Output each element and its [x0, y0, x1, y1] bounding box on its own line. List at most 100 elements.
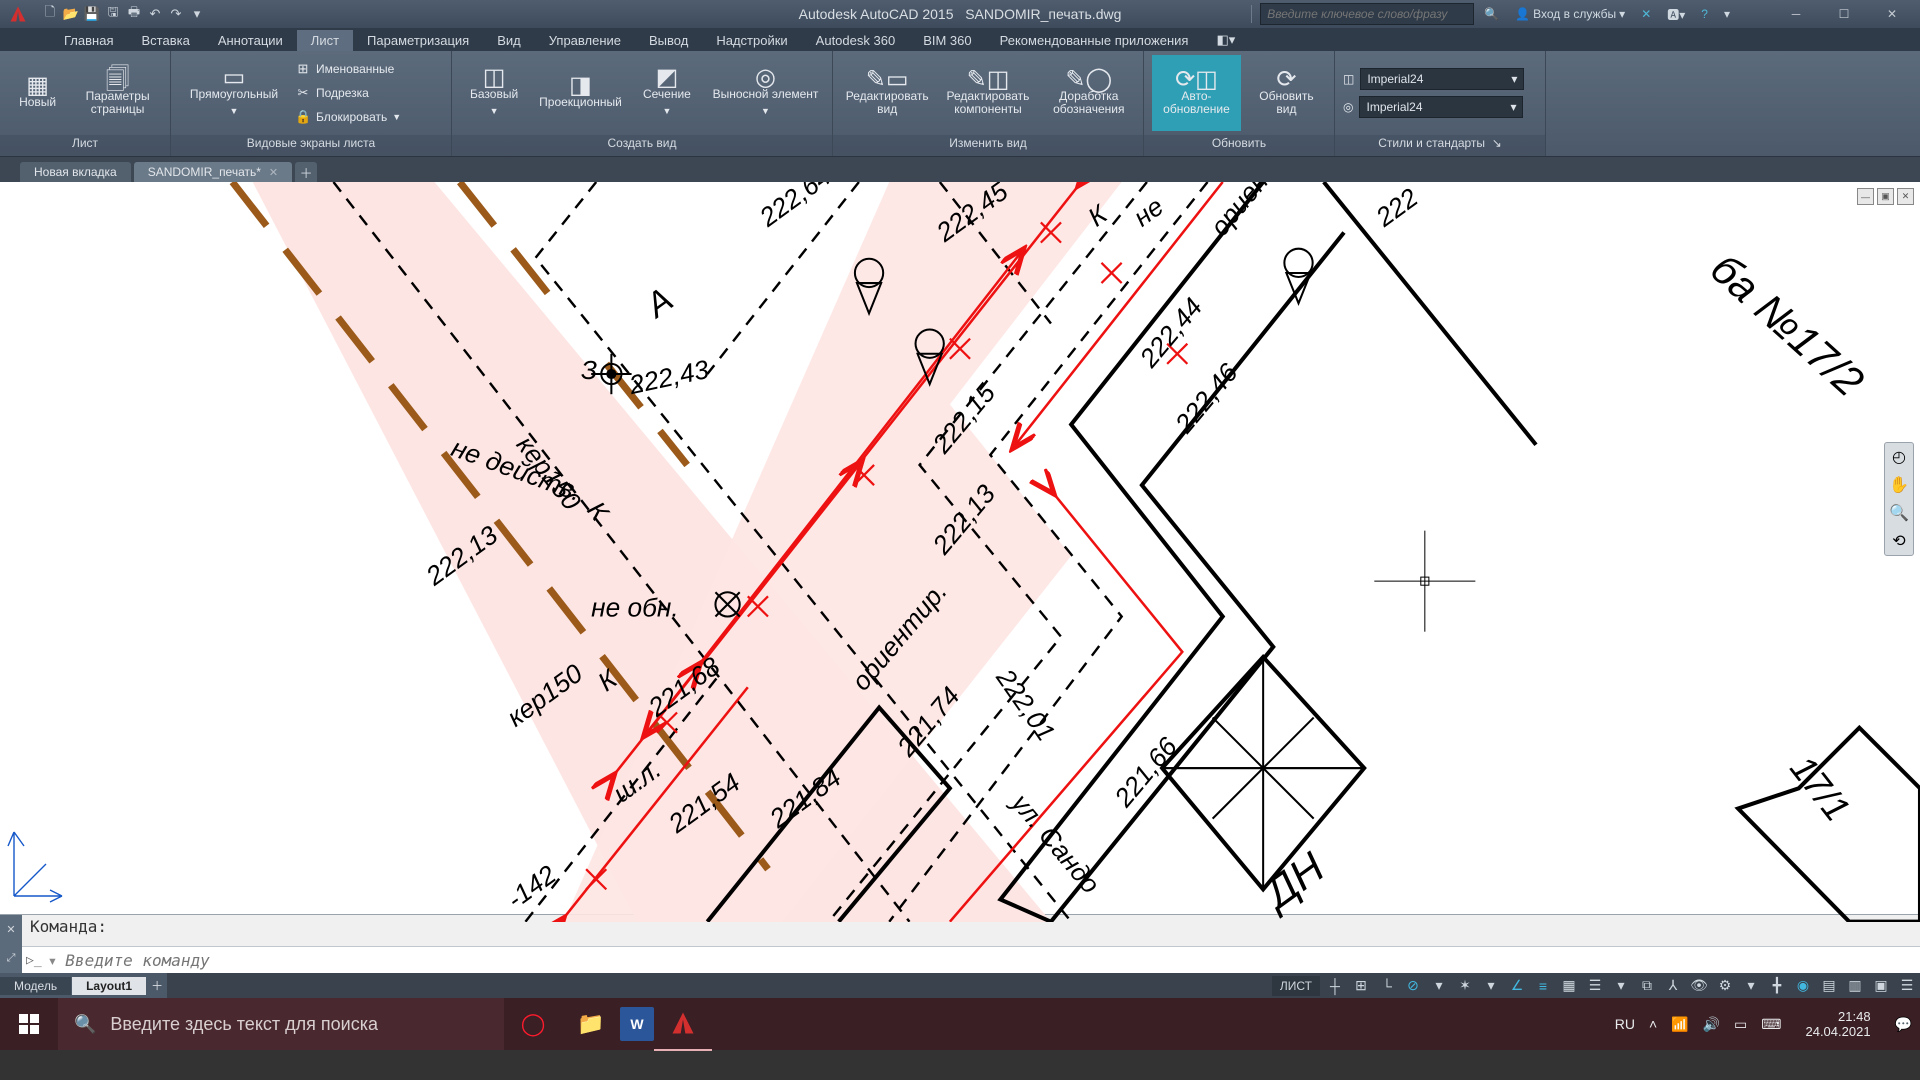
ribbon-tab-a360[interactable]: Autodesk 360 — [802, 30, 910, 51]
command-input[interactable] — [63, 950, 1920, 971]
minimize-button[interactable]: ─ — [1774, 2, 1818, 26]
tray-battery-icon[interactable]: ▭ — [1734, 1016, 1747, 1033]
ribbon-tab-parametric[interactable]: Параметризация — [353, 30, 483, 51]
tray-up-icon[interactable]: ˄ — [1649, 1016, 1657, 1032]
snap-toggle-icon[interactable]: ⊞ — [1348, 975, 1374, 997]
tray-notifications-icon[interactable]: 💬 — [1895, 1016, 1912, 1033]
lock-viewport-button[interactable]: 🔒Блокировать ▼ — [295, 106, 401, 128]
tray-wifi-icon[interactable]: 📶 — [1671, 1016, 1688, 1033]
osnap-toggle-icon[interactable]: ✶ — [1452, 975, 1478, 997]
symbol-sketch-button[interactable]: ✎◯Доработка обозначения — [1043, 55, 1135, 131]
qat-save-icon[interactable]: 💾 — [82, 4, 102, 24]
nav-zoom-icon[interactable]: 🔍 — [1889, 503, 1909, 523]
cmd-close-icon[interactable]: ✕ — [6, 923, 15, 936]
vp-maximize-icon[interactable]: ▣ — [1877, 188, 1894, 205]
rect-viewport-button[interactable]: ▭Прямоугольный▼ — [179, 55, 289, 131]
detail-style-select[interactable]: Imperial24▾ — [1359, 96, 1523, 118]
qat-open-icon[interactable]: 📂 — [61, 4, 81, 24]
taskbar-search[interactable]: 🔍 Введите здесь текст для поиска — [58, 998, 504, 1050]
update-view-button[interactable]: ⟳Обновить вид — [1247, 55, 1326, 131]
help-icon[interactable]: ? — [1695, 7, 1714, 21]
cycling-icon[interactable]: ⧉ — [1634, 975, 1660, 997]
qat-saveas-icon[interactable]: 🖫 — [103, 4, 123, 24]
polar-toggle-icon[interactable]: ⊘ — [1400, 975, 1426, 997]
status-mode[interactable]: ЛИСТ — [1272, 976, 1320, 996]
nav-wheel-icon[interactable]: ◴ — [1892, 447, 1906, 467]
tray-lang[interactable]: RU — [1615, 1016, 1635, 1032]
page-setup-button[interactable]: 🗐Параметры страницы — [73, 55, 162, 131]
chevron-down-icon[interactable]: ▾ — [1478, 975, 1504, 997]
close-button[interactable]: ✕ — [1870, 2, 1914, 26]
exchange-apps-icon[interactable]: ✕ — [1635, 7, 1657, 21]
lineweight-toggle-icon[interactable]: ≡ — [1530, 975, 1556, 997]
ribbon-tab-annotate[interactable]: Аннотации — [204, 30, 297, 51]
hardware-accel-icon[interactable]: ◉ — [1790, 975, 1816, 997]
transparency-toggle-icon[interactable]: ▦ — [1556, 975, 1582, 997]
ribbon-tab-bim360[interactable]: BIM 360 — [909, 30, 985, 51]
app-logo[interactable] — [4, 0, 32, 28]
customization-icon[interactable]: ☰ — [1894, 975, 1920, 997]
lineweight-menu-icon[interactable]: ☰ — [1582, 975, 1608, 997]
model-tab[interactable]: Модель — [0, 977, 71, 995]
clip-viewport-button[interactable]: ✂Подрезка — [295, 82, 401, 104]
ortho-toggle-icon[interactable]: └ — [1374, 975, 1400, 997]
new-layout-button[interactable]: ▦Новый — [8, 55, 67, 131]
section-style-select[interactable]: Imperial24▾ — [1360, 68, 1524, 90]
nav-orbit-icon[interactable]: ⟲ — [1892, 531, 1905, 551]
taskbar-app-opera[interactable]: ◯ — [504, 998, 562, 1050]
edit-components-button[interactable]: ✎◫Редактировать компоненты — [939, 55, 1036, 131]
qat-new-icon[interactable]: 🗋 — [40, 4, 60, 24]
ribbon-tab-insert[interactable]: Вставка — [127, 30, 203, 51]
ribbon-tab-addins[interactable]: Надстройки — [702, 30, 801, 51]
ribbon-tab-output[interactable]: Вывод — [635, 30, 702, 51]
a360-icon[interactable]: 🅰▾ — [1661, 6, 1691, 23]
add-layout-button[interactable]: ＋ — [147, 977, 167, 994]
base-view-button[interactable]: ◫Базовый▼ — [460, 55, 528, 131]
infocenter-search-button[interactable]: 🔍 — [1478, 7, 1505, 21]
section-view-button[interactable]: ◩Сечение▼ — [633, 55, 701, 131]
ribbon-tab-extra-icon[interactable]: ◧▾ — [1202, 29, 1249, 51]
quickproperties-icon[interactable]: ╋ — [1764, 975, 1790, 997]
tray-volume-icon[interactable]: 🔊 — [1703, 1016, 1720, 1033]
chevron-down-icon[interactable]: ▾ — [1608, 975, 1634, 997]
chevron-down-icon[interactable]: ▾ — [1426, 975, 1452, 997]
annotation-visibility-icon[interactable]: 👁 — [1686, 975, 1712, 997]
taskbar-app-word[interactable]: W — [620, 1007, 654, 1041]
taskbar-app-explorer[interactable]: 📁 — [562, 998, 620, 1050]
qat-redo-icon[interactable]: ↷ — [166, 4, 186, 24]
sign-in-menu[interactable]: 👤Вход в службы▾ — [1509, 7, 1631, 21]
vp-close-icon[interactable]: ✕ — [1897, 188, 1914, 205]
start-button[interactable] — [0, 998, 58, 1050]
nav-pan-icon[interactable]: ✋ — [1889, 475, 1909, 495]
layout1-tab[interactable]: Layout1 — [72, 977, 146, 995]
isolate2-icon[interactable]: ▥ — [1842, 975, 1868, 997]
taskbar-app-autocad[interactable] — [654, 997, 712, 1051]
dialog-launcher-icon[interactable]: ↘ — [1492, 136, 1502, 150]
tray-keyboard-icon[interactable]: ⌨ — [1761, 1016, 1781, 1033]
vp-minimize-icon[interactable]: — — [1857, 188, 1874, 205]
projected-view-button[interactable]: ◨Проекционный — [534, 55, 627, 131]
cleanscreen-icon[interactable]: ▣ — [1868, 975, 1894, 997]
ribbon-tab-view[interactable]: Вид — [483, 30, 535, 51]
otrack-toggle-icon[interactable]: ∠ — [1504, 975, 1530, 997]
detail-view-button[interactable]: ◎Выносной элемент▼ — [707, 55, 824, 131]
cmd-prompt-icon[interactable]: ▷_ — [26, 953, 42, 968]
annotation-scale-icon[interactable]: ⅄ — [1660, 975, 1686, 997]
named-viewports-button[interactable]: ⊞Именованные — [295, 58, 401, 80]
auto-update-button[interactable]: ⟳◫Авто- обновление — [1152, 55, 1241, 131]
ribbon-tab-layout[interactable]: Лист — [297, 30, 353, 51]
help-search-input[interactable] — [1260, 3, 1474, 25]
file-tab-new[interactable]: Новая вкладка — [20, 162, 131, 182]
drawing-area[interactable]: 222,64 222,45 К не ориент 222 А З 222,43… — [0, 182, 1920, 914]
ribbon-tab-home[interactable]: Главная — [50, 30, 127, 51]
isolate-icon[interactable]: ▤ — [1816, 975, 1842, 997]
qat-undo-icon[interactable]: ↶ — [145, 4, 165, 24]
qat-plot-icon[interactable]: 🖶 — [124, 4, 144, 24]
maximize-button[interactable]: ☐ — [1822, 2, 1866, 26]
add-file-tab-button[interactable]: ＋ — [295, 162, 317, 182]
close-tab-icon[interactable]: ✕ — [269, 166, 278, 179]
cmd-handle-icon[interactable]: ⤢ — [7, 952, 16, 965]
qat-dropdown-icon[interactable]: ▾ — [187, 4, 207, 24]
tray-clock[interactable]: 21:48 24.04.2021 — [1795, 1009, 1880, 1039]
grid-toggle-icon[interactable]: ┼ — [1322, 975, 1348, 997]
